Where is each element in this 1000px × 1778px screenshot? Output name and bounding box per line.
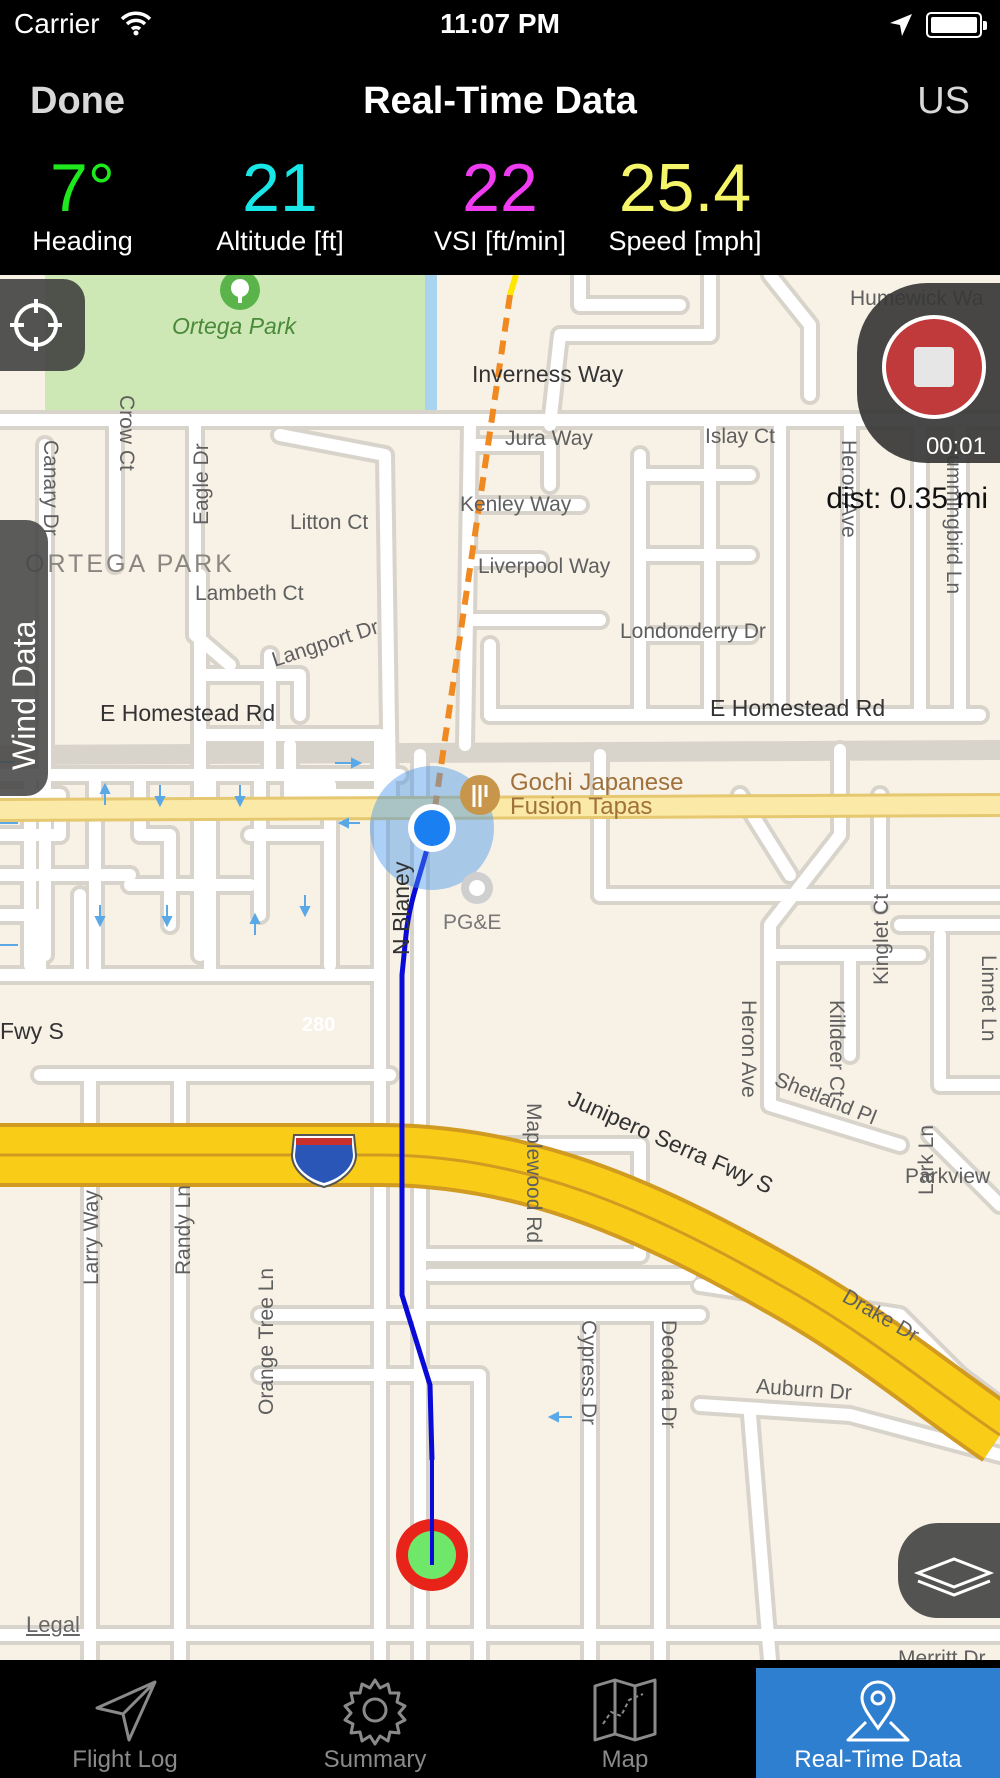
distance-readout: dist: 0.35 mi <box>826 482 988 515</box>
tab-summary[interactable]: Summary <box>250 1660 500 1778</box>
map-label-eagle-dr: Eagle Dr <box>190 443 213 525</box>
map-label-homestead-west: E Homestead Rd <box>100 700 276 726</box>
tab-map-label: Map <box>601 1746 649 1773</box>
map-label-deodara-dr: Deodara Dr <box>657 1320 680 1429</box>
map-label-hummingbird-ln: Hummingbird Ln <box>942 440 965 595</box>
map-layers-button[interactable] <box>898 1523 1000 1618</box>
map-label-merritt-dr: Merritt Dr <box>898 1647 986 1660</box>
speed-stat: 25.4 Speed [mph] <box>600 150 770 257</box>
map-label-londonderry-dr: Londonderry Dr <box>620 620 766 643</box>
map-label-heron-ave-south: Heron Ave <box>737 1000 760 1098</box>
location-pin-icon <box>846 1680 910 1742</box>
vsi-stat: 22 VSI [ft/min] <box>410 150 590 257</box>
wind-data-label: Wind Data <box>6 620 42 770</box>
tab-bar: Flight Log Summary Map Real-Time Data <box>0 1660 1000 1778</box>
wind-data-tab[interactable]: Wind Data <box>0 520 48 796</box>
map-label-homestead-east: E Homestead Rd <box>710 695 886 721</box>
paper-plane-icon <box>95 1680 157 1742</box>
map-label-crow-ct: Crow Ct <box>115 395 138 471</box>
layers-icon <box>913 1557 995 1597</box>
tab-flight-log-label: Flight Log <box>72 1746 178 1773</box>
vsi-label: VSI [ft/min] <box>433 226 567 256</box>
map-label-litton-ct: Litton Ct <box>290 511 369 534</box>
altitude-value: 21 <box>242 150 318 226</box>
map-label-larry-way: Larry Way <box>80 1190 103 1285</box>
speed-value: 25.4 <box>618 150 752 226</box>
folded-map-icon <box>593 1678 657 1742</box>
map-label-ortega-park: Ortega Park <box>172 313 296 339</box>
map-label-n-blaney: N Blaney <box>388 861 414 955</box>
tab-summary-label: Summary <box>323 1746 427 1773</box>
map-label-liverpool-way: Liverpool Way <box>478 555 611 578</box>
tab-flight-log[interactable]: Flight Log <box>0 1660 250 1778</box>
done-button[interactable]: Done <box>30 80 125 123</box>
altitude-label: Altitude [ft] <box>216 226 344 256</box>
map-label-kinglet-ct: Kinglet Ct <box>870 893 893 985</box>
map-label-linnet-ln: Linnet Ln <box>977 955 1000 1042</box>
stop-icon <box>914 347 954 387</box>
heading-label: Heading <box>32 226 133 256</box>
map-label-inverness-way: Inverness Way <box>472 361 624 387</box>
map-label-maplewood-rd: Maplewood Rd <box>522 1103 545 1244</box>
tab-real-time-data[interactable]: Real-Time Data <box>756 1668 1000 1778</box>
battery-icon <box>926 12 987 38</box>
heading-stat: 7° Heading <box>15 150 150 257</box>
units-toggle-button[interactable]: US <box>917 80 970 123</box>
locate-me-button[interactable] <box>0 279 85 371</box>
status-bar: Carrier 11:07 PM <box>0 0 1000 50</box>
map-label-i280: 280 <box>302 1014 336 1036</box>
map-label-gochi-line2: Fusion Tapas <box>510 793 653 820</box>
crosshair-icon <box>10 299 62 351</box>
map-label-canary-dr: Canary Dr <box>39 440 62 536</box>
map-label-pge: PG&E <box>443 911 502 934</box>
altitude-stat: 21 Altitude [ft] <box>195 150 365 257</box>
clock: 11:07 PM <box>440 8 560 39</box>
navigation-bar: Done Real-Time Data US <box>0 50 1000 155</box>
page-title: Real-Time Data <box>363 80 637 122</box>
vsi-value: 22 <box>462 150 538 226</box>
map-label-lambeth-ct: Lambeth Ct <box>195 582 304 605</box>
recording-panel: 00:01 <box>857 283 1000 463</box>
map-label-orange-tree-ln: Orange Tree Ln <box>255 1267 278 1415</box>
tab-map[interactable]: Map <box>500 1660 750 1778</box>
tab-real-time-data-label: Real-Time Data <box>794 1746 962 1773</box>
speed-label: Speed [mph] <box>608 226 762 256</box>
map-label-islay-ct: Islay Ct <box>705 425 776 448</box>
map-label-kenley-way: Kenley Way <box>460 493 572 516</box>
map-label-jura-way: Jura Way <box>505 427 593 450</box>
location-services-icon <box>890 14 912 36</box>
legal-link[interactable]: Legal <box>26 1612 80 1638</box>
map-label-killdeer-ct: Killdeer Ct <box>825 1000 848 1097</box>
map-label-lark-ln: Lark Ln <box>915 1124 938 1195</box>
gear-icon <box>343 1678 407 1746</box>
map-label-cypress-dr: Cypress Dr <box>577 1320 600 1426</box>
map-label-randy-ln: Randy Ln <box>172 1185 195 1275</box>
heading-value: 7° <box>49 150 115 226</box>
stop-recording-button[interactable] <box>882 315 986 419</box>
recording-timer: 00:01 <box>925 433 986 460</box>
map-label-ortega-park-area: ORTEGA PARK <box>25 550 235 578</box>
map-label-fwy-s: Fwy S <box>0 1018 64 1044</box>
realtime-stats: 7° Heading 21 Altitude [ft] 22 VSI [ft/m… <box>0 150 1000 275</box>
